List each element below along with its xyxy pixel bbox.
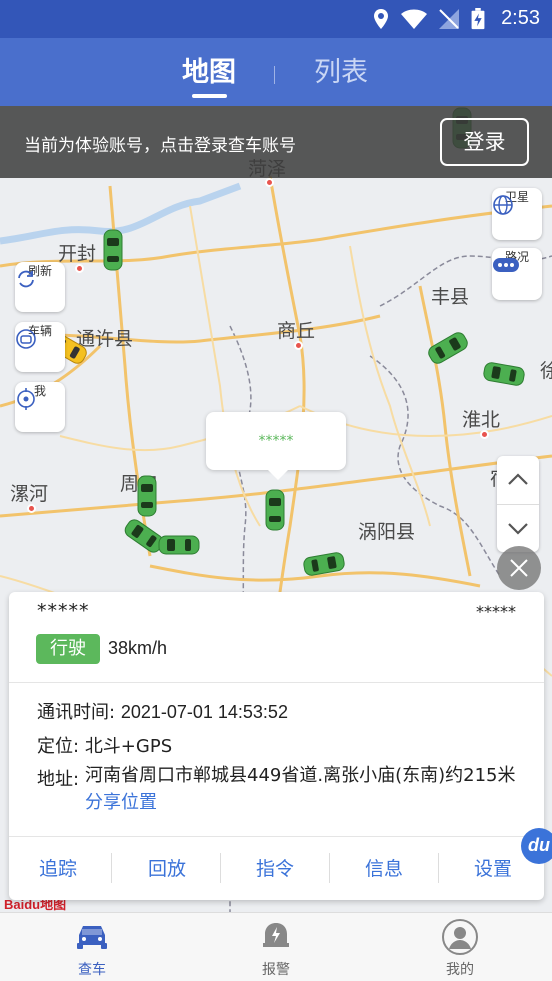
wifi-icon (401, 9, 427, 29)
car-marker[interactable] (136, 474, 158, 518)
nav-profile[interactable]: 我的 (400, 913, 520, 981)
close-icon (510, 559, 528, 577)
comm-time-label: 通讯时间: (37, 702, 116, 723)
tab-separator (274, 66, 275, 84)
city-marker (27, 504, 36, 513)
share-location-link[interactable]: 分享位置 (85, 792, 157, 813)
profile-icon (442, 919, 478, 955)
traffic-button[interactable]: 路况 (492, 248, 542, 300)
nav-label: 查车 (78, 962, 106, 978)
chevron-up-icon[interactable] (506, 470, 530, 488)
address-value: 河南省周口市郸城县449省道.离张小庙(东南)约215米 分享位置 (85, 762, 525, 816)
status-badge: 行驶 (36, 634, 100, 664)
comm-time-row: 通讯时间: 2021-07-01 14:53:52 (37, 698, 288, 724)
nav-label: 我的 (446, 962, 474, 978)
vehicle-id: ***** (476, 602, 516, 621)
alarm-icon (263, 923, 289, 947)
locate-me-button[interactable]: 我 (15, 382, 65, 432)
banner-text[interactable]: 当前为体验账号，点击登录查车账号 (24, 131, 296, 156)
track-button[interactable]: 追踪 (13, 854, 103, 881)
action-separator (111, 853, 112, 883)
car-marker[interactable] (157, 534, 201, 556)
close-card-button[interactable] (497, 546, 541, 590)
city-label-xu: 徐 (540, 360, 552, 382)
city-label-shangqiu: 商丘 (277, 320, 316, 342)
speed-value: 38km/h (108, 638, 168, 658)
chevron-down-icon[interactable] (506, 520, 530, 538)
divider (9, 682, 544, 683)
city-label-huaibei: 淮北 (462, 409, 501, 431)
action-separator (329, 853, 330, 883)
nav-label: 报警 (262, 962, 290, 978)
positioning-row: 定位: 北斗+GPS (37, 732, 172, 758)
zoom-control (497, 456, 539, 552)
satellite-button[interactable]: 卫星 (492, 188, 542, 240)
city-label-guoyang: 涡阳县 (358, 521, 416, 543)
city-marker (75, 264, 84, 273)
location-icon (374, 9, 388, 29)
vehicle-icon (16, 329, 36, 349)
trial-account-banner: 当前为体验账号，点击登录查车账号 登录 (0, 106, 552, 178)
city-marker (294, 341, 303, 350)
no-signal-icon (439, 9, 459, 29)
nav-check-car[interactable]: 查车 (32, 913, 152, 981)
refresh-button[interactable]: 刷新 (15, 262, 65, 312)
tab-map[interactable]: 地图 (182, 50, 236, 89)
nav-alarm[interactable]: 报警 (216, 913, 336, 981)
car-icon (77, 926, 107, 949)
car-marker[interactable] (102, 228, 124, 272)
clock: 2:53 (501, 7, 540, 29)
divider (9, 836, 544, 837)
action-separator (220, 853, 221, 883)
active-tab-indicator (192, 94, 227, 98)
city-label-luohe: 漯河 (10, 483, 49, 505)
info-button[interactable]: 信息 (339, 854, 429, 881)
command-button[interactable]: 指令 (230, 854, 320, 881)
city-marker (265, 178, 274, 187)
refresh-icon (18, 270, 34, 288)
tab-list[interactable]: 列表 (314, 50, 368, 89)
selected-car-marker[interactable] (264, 488, 286, 532)
globe-icon (493, 195, 513, 215)
positioning-value: 北斗+GPS (84, 736, 173, 757)
comm-time-value: 2021-07-01 14:53:52 (120, 702, 288, 722)
positioning-label: 定位: (37, 736, 80, 757)
battery-icon (471, 8, 485, 30)
status-bar: 2:53 (0, 0, 552, 38)
vehicle-name: ***** (37, 600, 90, 622)
city-marker (480, 430, 489, 439)
login-button[interactable]: 登录 (440, 118, 529, 166)
city-label-fengxian: 丰县 (431, 286, 470, 308)
baidu-du-icon[interactable]: du (521, 828, 552, 864)
vehicle-popup[interactable]: ***** (206, 412, 346, 480)
settings-button[interactable]: 设置 (448, 854, 538, 881)
vehicle-button[interactable]: 车辆 (15, 322, 65, 372)
top-tab-bar: 地图 列表 (0, 38, 552, 106)
traffic-icon (493, 258, 519, 272)
crosshair-icon (17, 388, 35, 410)
playback-button[interactable]: 回放 (122, 854, 212, 881)
vehicle-info-card: ***** ***** 行驶 38km/h 通讯时间: 2021-07-01 1… (9, 592, 544, 900)
address-label: 地址: (37, 769, 80, 790)
bottom-nav: 查车 报警 我的 (0, 912, 552, 981)
address-text: 河南省周口市郸城县449省道.离张小庙(东南)约215米 (85, 765, 516, 786)
action-separator (438, 853, 439, 883)
